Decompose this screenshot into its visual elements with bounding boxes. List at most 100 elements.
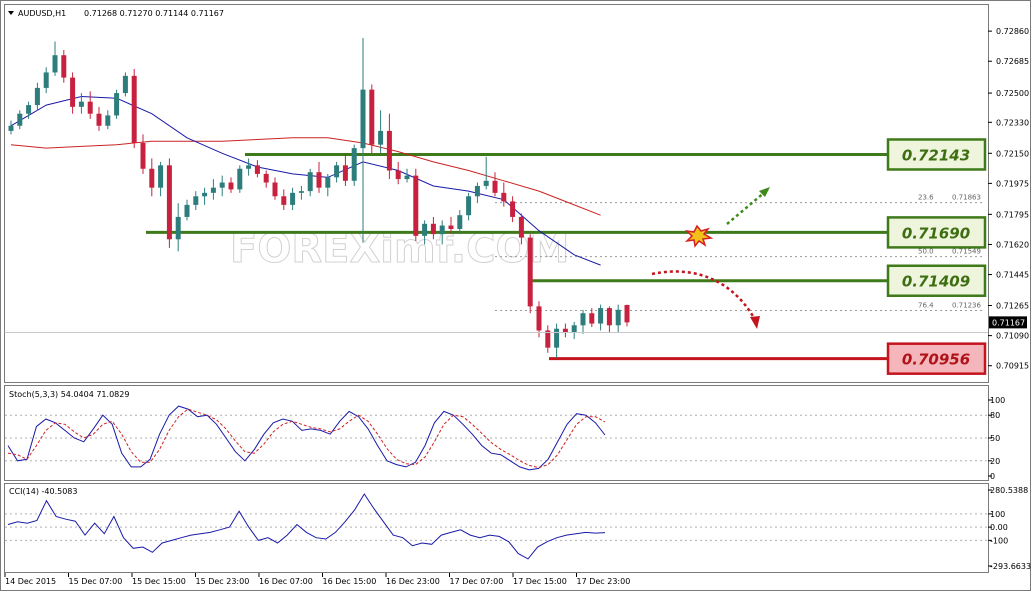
time-tick-label: 17 Dec 23:00 (577, 577, 631, 586)
cci-tick-label: 280.5388 (990, 486, 1028, 495)
candle-body (272, 182, 278, 197)
time-tick-label: 17 Dec 15:00 (513, 577, 567, 586)
candle-body (237, 168, 243, 190)
candle-body (439, 225, 445, 235)
time-tick-label: 15 Dec 23:00 (196, 577, 250, 586)
price-tick-label: 0.72150 (996, 149, 1029, 158)
candle-body (536, 306, 542, 331)
candle-body (61, 55, 67, 78)
stoch-tick-label: 0 (990, 472, 995, 481)
price-tick-label: 0.70915 (996, 362, 1029, 371)
ohlc-readout: 0.71268 0.71270 0.71144 0.71167 (84, 9, 224, 18)
time-tick-label: 16 Dec 23:00 (386, 577, 440, 586)
candle-body (492, 180, 498, 193)
candle-body (483, 180, 489, 186)
candle-body (334, 165, 340, 178)
level-price-label: 0.70956 (902, 351, 970, 369)
candle-body (193, 196, 199, 205)
candle-body (448, 225, 454, 229)
main-price-panel: FOREXimf.COM 23.6 0.7186350.0 0.7154976.4 0… (4, 4, 989, 383)
chart-canvas: FOREXimf.COM 23.6 0.7186350.0 0.7154976.4 0… (0, 0, 1031, 591)
candle-body (615, 309, 621, 326)
candle-body (430, 223, 436, 235)
candle-body (518, 216, 524, 238)
cci-title: CCI(14) -40.5083 (9, 487, 77, 496)
fib-level-label: 50.0 (918, 248, 934, 256)
candle-body (114, 93, 120, 116)
candle-body (510, 201, 516, 217)
candle-body (210, 187, 216, 193)
cci-panel: CCI(14) -40.5083 280.5388 100 0.00 -100 -293… (4, 483, 1031, 573)
candle-body (589, 313, 595, 324)
candle-body (369, 89, 375, 145)
candle-body (263, 173, 269, 183)
price-tick-label: 0.71445 (996, 271, 1029, 280)
candle-body (457, 215, 463, 229)
candle-body (413, 175, 419, 236)
stoch-title: Stoch(5,3,3) 54.0404 71.0829 (9, 390, 129, 399)
stoch-tick-label: 80 (990, 411, 1000, 420)
candle-body (26, 105, 32, 114)
time-tick-label: 15 Dec 15:00 (132, 577, 186, 586)
candle-body (378, 130, 384, 145)
price-tick-label: 0.72685 (996, 57, 1029, 66)
fib-level-label: 76.4 (918, 302, 934, 310)
candle-body (342, 165, 348, 181)
candle-body (43, 72, 49, 88)
candle-body (307, 172, 313, 192)
candle-body (70, 77, 76, 107)
candle-body (219, 182, 225, 188)
candle-body (105, 115, 111, 126)
time-tick-label: 16 Dec 15:00 (323, 577, 377, 586)
candle-body (8, 125, 14, 131)
stochastic-panel: Stoch(5,3,3) 54.0404 71.0829 100 80 50 20 0 (4, 385, 1005, 481)
candle-body (466, 196, 472, 216)
stoch-tick-label: 100 (990, 396, 1005, 405)
price-tick-label: 0.71795 (996, 210, 1029, 219)
candle-body (316, 172, 322, 188)
candle-body (228, 182, 234, 190)
candle-body (122, 75, 128, 94)
candle-body (87, 101, 93, 114)
candle-body (246, 165, 252, 169)
candle-body (298, 191, 304, 193)
current-price-label: 0.71167 (992, 318, 1025, 327)
price-tick-label: 0.71090 (996, 332, 1029, 341)
candle-body (34, 87, 40, 106)
candle-body (254, 165, 260, 174)
candle-body (184, 204, 190, 217)
candle-body (606, 308, 612, 326)
fib-value-label: 0.71863 (952, 194, 981, 202)
candle-body (527, 237, 533, 307)
candle-body (554, 328, 560, 348)
fib-value-label: 0.71549 (952, 248, 981, 256)
candle-body (52, 55, 58, 73)
candle-body (562, 328, 568, 333)
stoch-tick-label: 20 (990, 457, 1000, 466)
chart-header: AUDUSD,H1 0.71268 0.71270 0.71144 0.7116… (8, 9, 224, 18)
candle-body (78, 101, 84, 107)
candle-body (386, 130, 392, 171)
candle-body (580, 313, 586, 326)
candle-body (351, 148, 357, 181)
candle-body (571, 325, 577, 333)
candle-body (325, 177, 331, 188)
stoch-panel-frame (4, 385, 989, 481)
cci-panel-frame (4, 483, 989, 573)
cci-tick-label: -293.6633 (990, 562, 1031, 571)
cci-tick-label: 100 (990, 510, 1005, 519)
cci-tick-label: 0.00 (990, 523, 1008, 532)
price-tick-label: 0.72860 (996, 27, 1029, 36)
candle-body (158, 165, 164, 188)
symbol-label: AUDUSD,H1 (18, 9, 66, 18)
level-price-label: 0.72143 (902, 146, 970, 164)
candle-body (598, 308, 604, 324)
candle-body (360, 89, 366, 149)
candle-body (149, 168, 155, 188)
candle-body (624, 304, 630, 323)
candle-body (290, 192, 296, 205)
candle-body (404, 175, 410, 180)
time-tick-label: 16 Dec 07:00 (259, 577, 313, 586)
fib-value-label: 0.71236 (952, 302, 981, 310)
fib-level-label: 23.6 (918, 194, 934, 202)
